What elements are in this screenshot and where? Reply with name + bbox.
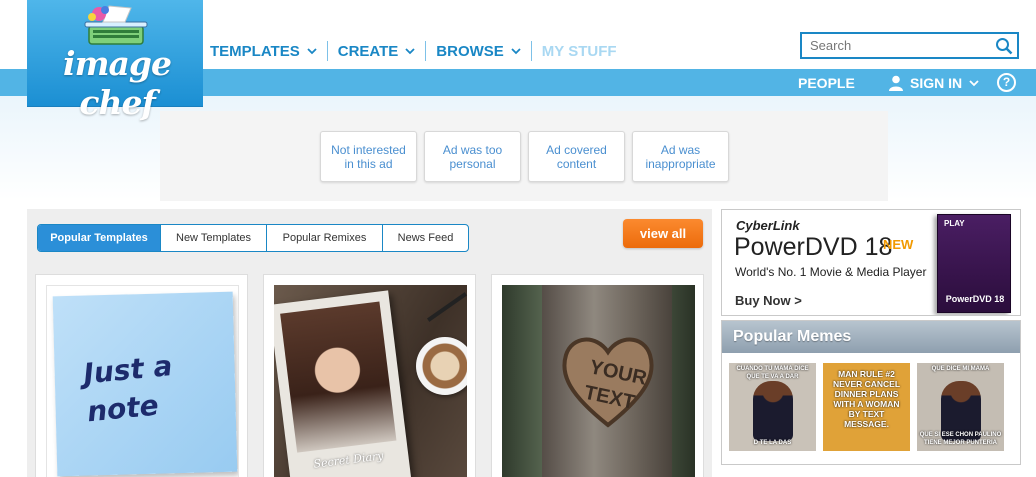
nav-browse[interactable]: BROWSE <box>426 40 531 62</box>
person-icon <box>889 75 903 91</box>
ad-brand: CyberLink <box>736 218 800 233</box>
search-button[interactable] <box>991 34 1017 58</box>
search-icon <box>996 37 1013 54</box>
meme-thumbnail[interactable]: MAN RULE #2 NEVER CANCEL DINNER PLANS WI… <box>823 363 910 451</box>
template-card[interactable]: Just a note <box>35 274 248 477</box>
ad-feedback-too-personal[interactable]: Ad was too personal <box>424 131 521 182</box>
meme-top-text: CUANDO TU MAMA DICE QUE TE VA A DAR <box>736 366 809 380</box>
nav-templates[interactable]: TEMPLATES <box>210 40 327 62</box>
meme-thumbnail[interactable]: CUANDO TU MAMA DICE QUE TE VA A DAR D TE… <box>729 363 816 451</box>
ad-feedback-inappropriate[interactable]: Ad was inappropriate <box>632 131 729 182</box>
sticky-note: Just a note <box>52 291 238 477</box>
popular-memes-title: Popular Memes <box>722 321 1020 353</box>
meme-text: MAN RULE #2 NEVER CANCEL DINNER PLANS WI… <box>832 369 901 429</box>
nav-browse-label: BROWSE <box>436 42 504 60</box>
box-play-label: PLAY <box>944 219 965 228</box>
chevron-down-icon <box>405 48 415 55</box>
template-tabs: Popular Templates New Templates Popular … <box>37 224 469 252</box>
nav-create[interactable]: CREATE <box>328 40 426 62</box>
site-logo[interactable]: image chef <box>27 0 203 122</box>
tab-popular-templates[interactable]: Popular Templates <box>38 225 160 251</box>
meme-thumbnail[interactable]: QUE DICE MI MAMA QUE SI ESE CHON PAULINO… <box>917 363 1004 451</box>
template-card[interactable]: Secret Diary <box>263 274 476 477</box>
nav-my-stuff[interactable]: MY STUFF <box>532 40 627 62</box>
people-label: PEOPLE <box>798 74 855 91</box>
template-thumbnail-diary: Secret Diary <box>274 285 467 477</box>
main-nav: TEMPLATES CREATE BROWSE MY STUFF <box>210 40 627 62</box>
nav-my-stuff-label: MY STUFF <box>541 42 617 60</box>
ad-tagline: World's No. 1 Movie & Media Player <box>735 265 927 279</box>
template-thumbnail-tree: YOUR TEXT <box>502 285 695 477</box>
meme-bottom-text: D TE LA DAS <box>753 440 792 446</box>
chevron-down-icon <box>511 48 521 55</box>
template-card[interactable]: YOUR TEXT <box>491 274 704 477</box>
coffee-cup-illustration <box>416 337 467 395</box>
people-link[interactable]: PEOPLE <box>798 69 855 96</box>
tab-new-templates[interactable]: New Templates <box>160 225 266 251</box>
nav-create-label: CREATE <box>337 42 399 60</box>
meme-bottom-text: QUE SI ESE CHON PAULINO TIENE MEJOR PUNT… <box>919 432 1002 446</box>
search-box <box>800 32 1019 59</box>
powerdvd-ad[interactable]: CyberLink PowerDVD 18 NEW World's No. 1 … <box>721 209 1021 316</box>
ad-feedback-covered-content[interactable]: Ad covered content <box>528 131 625 182</box>
chevron-down-icon <box>969 79 979 86</box>
box-product-label: PowerDVD 18 <box>945 294 1005 304</box>
ad-buy-now-link[interactable]: Buy Now > <box>735 293 802 308</box>
tab-news-feed[interactable]: News Feed <box>382 225 468 251</box>
sign-in-button[interactable]: SIGN IN <box>888 69 979 96</box>
help-button[interactable]: ? <box>997 73 1016 92</box>
search-input[interactable] <box>802 34 991 57</box>
child-photo <box>753 381 793 441</box>
diary-book: Secret Diary <box>274 290 412 477</box>
template-image-text: Just a note <box>81 349 174 429</box>
templates-panel: Popular Templates New Templates Popular … <box>27 209 712 477</box>
tab-popular-remixes[interactable]: Popular Remixes <box>266 225 382 251</box>
portrait-photo <box>280 301 397 453</box>
sign-in-label: SIGN IN <box>910 74 963 91</box>
product-box-image: PLAY PowerDVD 18 <box>937 214 1011 313</box>
template-thumbnail-note: Just a note <box>46 285 239 477</box>
meme-top-text: QUE DICE MI MAMA <box>931 366 990 372</box>
ad-new-badge: NEW <box>883 237 914 252</box>
ad-feedback-not-interested[interactable]: Not interested in this ad <box>320 131 417 182</box>
popular-memes-panel: Popular Memes CUANDO TU MAMA DICE QUE TE… <box>721 320 1021 465</box>
chevron-down-icon <box>307 48 317 55</box>
pen-illustration <box>427 292 467 322</box>
ad-feedback-panel: Not interested in this ad Ad was too per… <box>160 111 888 201</box>
view-all-button[interactable]: view all <box>623 219 703 248</box>
nav-templates-label: TEMPLATES <box>210 42 300 60</box>
ad-product: PowerDVD 18 <box>734 233 893 261</box>
